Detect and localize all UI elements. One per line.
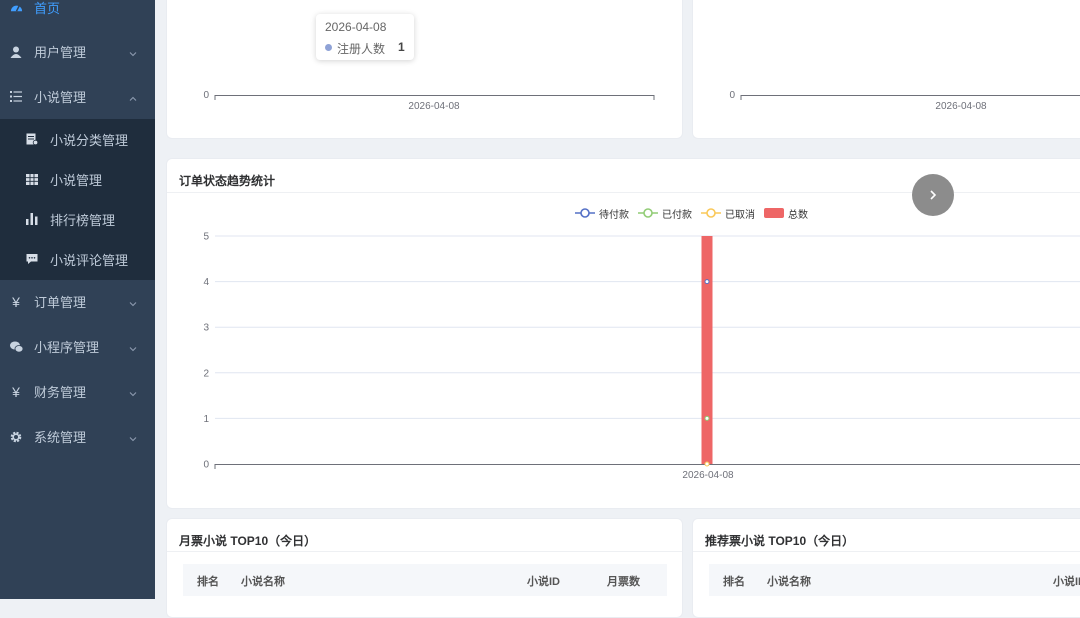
chevron-up-icon [128, 92, 138, 102]
sidebar-item-label: 首页 [34, 1, 61, 16]
secondary-chart: 0 2026-04-08 [729, 90, 1080, 112]
tooltip-date: 2026-04-08 [325, 20, 387, 34]
y-tick-label: 0 [729, 90, 735, 101]
chevron-down-icon [128, 297, 138, 307]
sidebar-item-label: 小说管理 [34, 90, 87, 105]
sidebar-item-user-management[interactable]: 用户管理 [0, 29, 155, 74]
yen-icon: ¥ [12, 293, 20, 310]
sidebar-item-label: 小说管理 [50, 172, 103, 188]
table-header: 排名 小说名称 小说ID 月票数 [183, 564, 667, 596]
point-待付款 [704, 279, 710, 285]
gear-icon [9, 430, 23, 444]
y-tick-label: 0 [203, 460, 209, 471]
legend-item[interactable]: 已付款 [638, 206, 692, 221]
sidebar-item-label: 小说评论管理 [50, 252, 129, 268]
column-header: 排名 [197, 576, 219, 588]
column-header: 小说名称 [767, 576, 811, 588]
user-icon [9, 45, 23, 59]
y-tick-label: 5 [203, 232, 209, 243]
registrations-chart-card: 0 2026-04-08 [166, 0, 683, 139]
sidebar-item-system-management[interactable]: 系统管理 [0, 414, 155, 459]
x-tick-label: 2026-04-08 [408, 101, 460, 112]
yen-icon: ¥ [12, 383, 20, 400]
column-header: 小说名称 [241, 576, 285, 588]
sidebar-item-label: 小说分类管理 [50, 132, 129, 148]
bar-chart-icon [25, 213, 38, 226]
recommend-top10-card: 推荐票小说 TOP10（今日） 排名 小说名称 小说ID [692, 518, 1080, 618]
legend-label: 已取消 [725, 209, 755, 221]
sidebar-item-ranking[interactable]: 排行榜管理 [0, 199, 155, 239]
legend-item[interactable]: 已取消 [701, 206, 755, 221]
sidebar-item-novel-list[interactable]: 小说管理 [0, 159, 155, 199]
sidebar-item-label: 订单管理 [34, 295, 87, 310]
sidebar: 首页 用户管理 小说管理 小说分类管理 小说管理 排行榜管理 小说评论管理 ¥ … [0, 0, 155, 599]
sidebar-item-finance-management[interactable]: ¥ 财务管理 [0, 369, 155, 414]
legend-item[interactable]: 待付款 [575, 206, 629, 221]
sidebar-item-home[interactable]: 首页 [0, 0, 155, 30]
carousel-next-button[interactable] [912, 174, 954, 216]
chart-legend: 待付款 已付款 已取消 总数 [575, 205, 817, 221]
column-header: 月票数 [607, 576, 640, 588]
novel-submenu: 小说分类管理 小说管理 排行榜管理 小说评论管理 [0, 119, 155, 280]
monthly-top10-card: 月票小说 TOP10（今日） 排名 小说名称 小说ID 月票数 [166, 518, 683, 618]
comment-icon [25, 253, 38, 266]
y-tick-label: 3 [203, 323, 209, 334]
card-divider [167, 551, 682, 552]
bar-总数 [701, 236, 713, 464]
sidebar-item-label: 财务管理 [34, 385, 87, 400]
tooltip-series-name: 注册人数 [337, 42, 386, 56]
legend-line-icon [701, 208, 721, 218]
table-header: 排名 小说名称 小说ID [709, 564, 1080, 596]
y-tick-label: 1 [203, 414, 209, 425]
legend-bar-icon [764, 208, 784, 218]
column-header: 排名 [723, 576, 745, 588]
chart-tooltip: 2026-04-08 注册人数 1 [316, 14, 414, 60]
chevron-down-icon [128, 432, 138, 442]
chevron-down-icon [128, 387, 138, 397]
column-header: 小说ID [1053, 576, 1080, 588]
secondary-chart-card: 0 2026-04-08 [692, 0, 1080, 139]
legend-item[interactable]: 总数 [764, 206, 808, 221]
chevron-down-icon [128, 342, 138, 352]
series-marker-icon [325, 44, 332, 51]
y-tick-label: 2 [203, 368, 209, 379]
chevron-down-icon [128, 47, 138, 57]
sidebar-item-order-management[interactable]: ¥ 订单管理 [0, 279, 155, 324]
legend-label: 总数 [788, 209, 808, 221]
dashboard-icon [9, 1, 23, 15]
sidebar-item-miniprogram-management[interactable]: 小程序管理 [0, 324, 155, 369]
sidebar-item-label: 系统管理 [34, 430, 87, 445]
y-tick-label: 4 [203, 277, 209, 288]
column-header: 小说ID [527, 576, 560, 588]
list-icon [9, 90, 23, 104]
sidebar-item-label: 用户管理 [34, 45, 87, 60]
sidebar-item-label: 排行榜管理 [50, 212, 116, 228]
card-divider [693, 551, 1080, 552]
legend-label: 已付款 [662, 209, 692, 221]
chevron-right-icon [930, 190, 937, 200]
registrations-chart: 0 2026-04-08 [203, 90, 655, 112]
sidebar-item-label: 小程序管理 [34, 340, 100, 355]
card-title: 月票小说 TOP10（今日） [179, 534, 317, 548]
x-tick-label: 2026-04-08 [935, 101, 987, 112]
point-已取消 [704, 461, 710, 467]
point-已付款 [704, 415, 710, 421]
grid-icon [25, 173, 38, 186]
legend-label: 待付款 [599, 209, 629, 221]
sidebar-item-novel-category[interactable]: 小说分类管理 [0, 119, 155, 159]
sidebar-item-comments[interactable]: 小说评论管理 [0, 239, 155, 279]
sidebar-item-novel-management[interactable]: 小说管理 [0, 74, 155, 119]
legend-line-icon [575, 208, 595, 218]
x-tick-label: 2026-04-08 [682, 470, 734, 481]
wechat-icon [9, 340, 23, 354]
legend-line-icon [638, 208, 658, 218]
card-title: 推荐票小说 TOP10（今日） [705, 534, 855, 548]
category-icon [25, 133, 38, 146]
y-tick-label: 0 [203, 90, 209, 101]
tooltip-value: 1 [398, 40, 405, 54]
